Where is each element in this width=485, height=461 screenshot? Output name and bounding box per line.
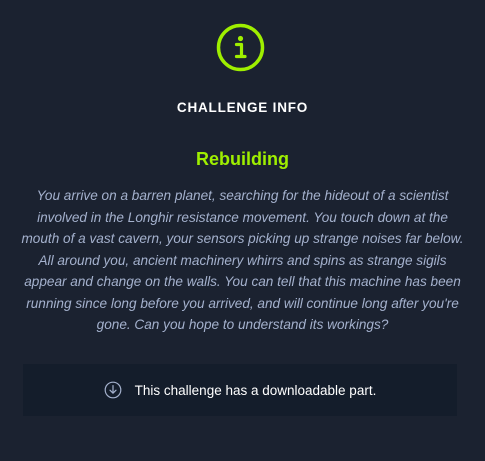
download-notice-text: This challenge has a downloadable part.: [134, 382, 377, 398]
modal-title: CHALLENGE INFO: [176, 100, 309, 115]
info-icon: [216, 23, 265, 72]
download-notice: This challenge has a downloadable part.: [23, 364, 457, 416]
challenge-description: You arrive on a barren planet, searching…: [21, 188, 464, 332]
challenge-name: Rebuilding: [196, 149, 289, 169]
download-icon: [104, 381, 122, 399]
